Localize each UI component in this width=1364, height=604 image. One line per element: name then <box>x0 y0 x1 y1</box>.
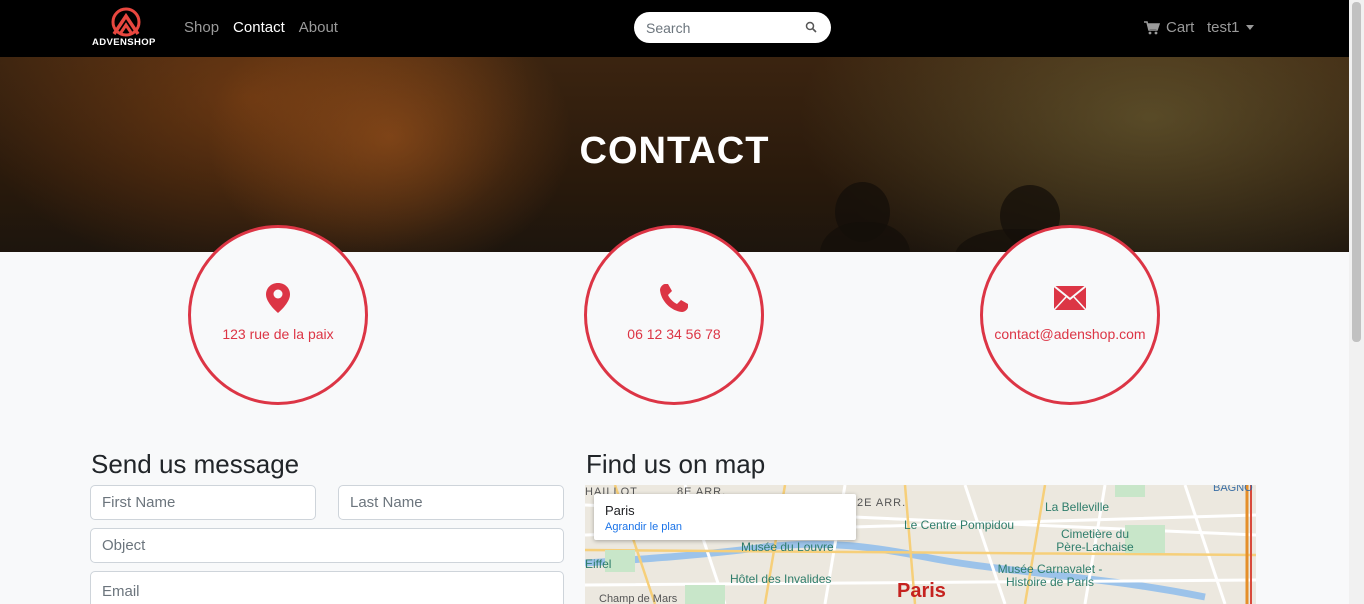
user-name: test1 <box>1207 19 1240 36</box>
user-dropdown[interactable]: test1 <box>1207 19 1254 36</box>
map-city-label: Paris <box>897 580 946 602</box>
hero-banner: CONTACT <box>0 57 1349 252</box>
brand-logo[interactable]: ADVENSHOP <box>92 7 162 49</box>
caret-down-icon <box>1245 25 1254 30</box>
page-title: CONTACT <box>579 130 770 172</box>
main-nav: Shop Contact About <box>184 19 338 36</box>
map-label: Eiffel <box>585 557 612 571</box>
map-label: Champ de Mars <box>599 593 678 604</box>
map-label: Le Centre Pompidou <box>904 518 1015 532</box>
enlarge-map-link[interactable]: Agrandir le plan <box>605 521 682 533</box>
map-marker-icon <box>266 283 290 313</box>
map-card-title: Paris <box>605 503 635 518</box>
cart-link[interactable]: Cart <box>1144 19 1194 36</box>
email-card: contact@adenshop.com <box>980 225 1160 405</box>
address-card: 123 rue de la paix <box>188 225 368 405</box>
first-name-field[interactable] <box>90 485 316 520</box>
email-field[interactable] <box>90 571 564 604</box>
object-field[interactable] <box>90 528 564 563</box>
nav-link-contact[interactable]: Contact <box>233 19 285 36</box>
nav-link-about[interactable]: About <box>299 19 338 36</box>
address-text: 123 rue de la paix <box>222 326 334 342</box>
map-label: 2E ARR. <box>857 497 907 509</box>
map-info-card: Paris Agrandir le plan <box>594 494 856 540</box>
scrollbar-thumb[interactable] <box>1352 2 1361 342</box>
last-name-field[interactable] <box>338 485 564 520</box>
phone-text: 06 12 34 56 78 <box>627 326 721 342</box>
logo-text: ADVENSHOP <box>92 37 156 48</box>
envelope-icon <box>1053 285 1087 311</box>
phone-card: 06 12 34 56 78 <box>584 225 764 405</box>
search-icon[interactable] <box>805 21 817 33</box>
map-label: Musée du Louvre <box>741 540 834 554</box>
map-label: BAGNO <box>1213 485 1253 494</box>
email-text: contact@adenshop.com <box>994 326 1146 342</box>
hero-person-silhouette <box>820 222 910 252</box>
map-title: Find us on map <box>586 449 766 479</box>
search-box <box>634 12 831 43</box>
nav-link-shop[interactable]: Shop <box>184 19 219 36</box>
navbar: ADVENSHOP Shop Contact About Cart test1 <box>0 0 1349 57</box>
map-label: Cimetière du Père-Lachaise <box>1056 527 1134 554</box>
cart-icon <box>1144 20 1160 34</box>
map-label: Hôtel des Invalides <box>730 572 832 586</box>
google-map[interactable]: HAILLOT 8E ARR. 2E ARR. La Belleville Le… <box>585 485 1256 604</box>
map-label: Musée Carnavalet - Histoire de Paris <box>997 562 1103 589</box>
phone-icon <box>660 284 688 312</box>
form-title: Send us message <box>91 449 300 479</box>
map-label: La Belleville <box>1045 500 1110 514</box>
search-input[interactable] <box>646 12 796 43</box>
cart-label: Cart <box>1166 19 1195 36</box>
mountain-logo-icon <box>111 7 141 37</box>
page-scrollbar[interactable] <box>1349 0 1364 604</box>
